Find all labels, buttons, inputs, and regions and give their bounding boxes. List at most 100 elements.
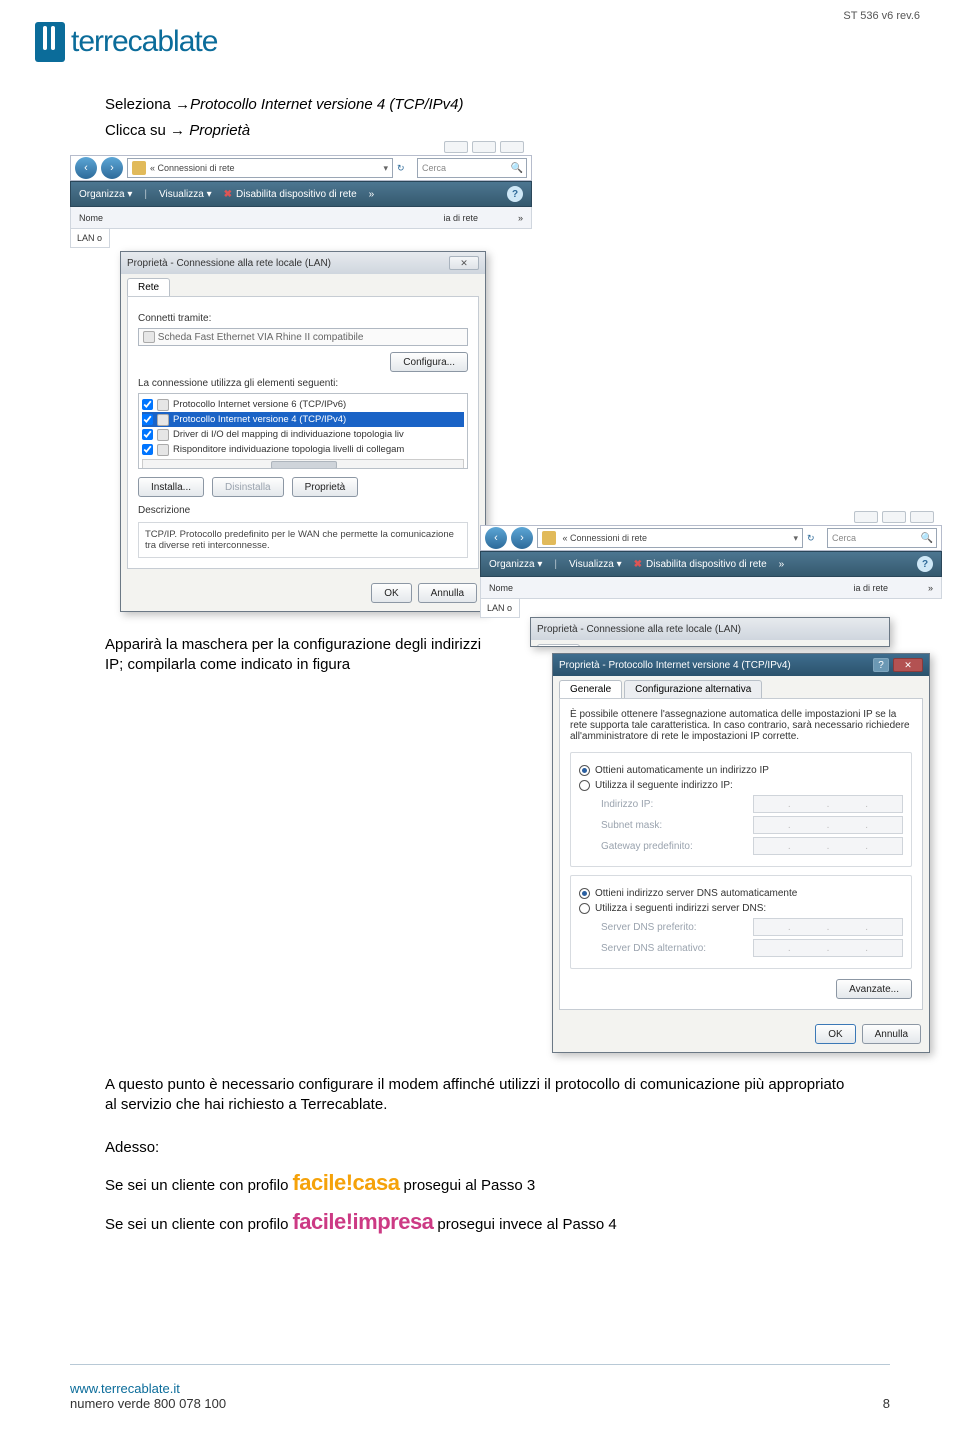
subnet-field: ...	[753, 816, 903, 834]
logo: terrecablate	[35, 22, 217, 62]
disinstalla-button: Disinstalla	[212, 477, 284, 497]
protocol-icon	[157, 429, 169, 441]
tab-rete[interactable]: Rete	[537, 644, 580, 647]
visualizza-menu[interactable]: Visualizza ▾	[159, 189, 212, 200]
doc-id: ST 536 v6 rev.6	[843, 10, 920, 22]
dns2-label: Server DNS alternativo:	[601, 943, 721, 954]
help-icon[interactable]: ?	[507, 186, 523, 202]
adapter-name: Scheda Fast Ethernet VIA Rhine II compat…	[158, 332, 364, 343]
dialog-titlebar: Proprietà - Connessione alla rete locale…	[121, 252, 485, 274]
connetti-label: Connetti tramite:	[138, 313, 468, 324]
refresh-icon[interactable]: ↻	[397, 163, 413, 174]
ok-button[interactable]: OK	[815, 1024, 855, 1044]
explorer-addressbar: ‹ › « Connessioni di rete ▾ ↻ Cerca	[70, 155, 532, 181]
list-item-label: Protocollo Internet versione 4 (TCP/IPv4…	[173, 414, 346, 425]
instr-block-3: A questo punto è necessario configurare …	[105, 1075, 855, 1237]
logo-text: terrecablate	[71, 25, 217, 59]
configura-button[interactable]: Configura...	[390, 352, 468, 372]
protocol-list[interactable]: Protocollo Internet versione 6 (TCP/IPv6…	[138, 393, 468, 469]
folder-icon	[132, 161, 146, 175]
prof1-a: Se sei un cliente con profilo	[105, 1176, 288, 1196]
dialog-titlebar: Proprietà - Protocollo Internet versione…	[553, 654, 929, 676]
instr1-d: Proprietà	[185, 122, 250, 139]
blurb-text: È possibile ottenere l'assegnazione auto…	[570, 709, 912, 742]
toolbar-more[interactable]: »	[369, 189, 375, 200]
nav-fwd-icon[interactable]: ›	[101, 157, 123, 179]
close-icon[interactable]: ✕	[449, 256, 479, 270]
tab-generale[interactable]: Generale	[559, 680, 622, 698]
dialog-title: Proprietà - Protocollo Internet versione…	[559, 660, 791, 671]
disable-device[interactable]: Disabilita dispositivo di rete	[646, 559, 767, 570]
arrow-icon: →	[175, 96, 190, 113]
protocol-icon	[157, 414, 169, 426]
refresh-icon[interactable]: ↻	[807, 533, 823, 544]
radio-manual-ip-label: Utilizza il seguente indirizzo IP:	[595, 780, 733, 791]
col-more: »	[928, 583, 933, 593]
radio-manual-dns-label: Utilizza i seguenti indirizzi server DNS…	[595, 903, 766, 914]
annulla-button[interactable]: Annulla	[418, 583, 477, 603]
column-headers: Nome ia di rete »	[70, 207, 532, 229]
radio-manual-ip[interactable]	[579, 780, 590, 791]
checkbox[interactable]	[142, 444, 153, 455]
breadcrumb[interactable]: « Connessioni di rete ▾	[537, 528, 803, 548]
visualizza-menu[interactable]: Visualizza ▾	[569, 559, 622, 570]
adesso-heading: Adesso:	[105, 1138, 855, 1158]
tab-config-alternativa[interactable]: Configurazione alternativa	[624, 680, 762, 698]
checkbox[interactable]	[142, 399, 153, 410]
column-headers: Nome ia di rete »	[480, 577, 942, 599]
footer-url: www.terrecablate.it	[70, 1381, 890, 1396]
ok-button[interactable]: OK	[371, 583, 411, 603]
arrow-icon: →	[170, 122, 185, 139]
instr1-a: Seleziona	[105, 96, 175, 113]
checkbox[interactable]	[142, 429, 153, 440]
instr1-c: Clicca su	[105, 122, 170, 139]
radio-auto-dns[interactable]	[579, 888, 590, 899]
organizza-menu[interactable]: Organizza ▾	[79, 189, 132, 200]
nav-back-icon[interactable]: ‹	[485, 527, 507, 549]
proprieta-button[interactable]: Proprietà	[292, 477, 359, 497]
tab-rete[interactable]: Rete	[127, 278, 170, 296]
help-icon[interactable]: ?	[917, 556, 933, 572]
logo-icon	[35, 22, 65, 62]
breadcrumb[interactable]: « Connessioni di rete ▾	[127, 158, 393, 178]
checkbox[interactable]	[142, 414, 153, 425]
prof2-b: prosegui invece al Passo 4	[437, 1215, 616, 1235]
col-ia-rete: ia di rete	[443, 213, 478, 223]
dialog-title: Proprietà - Connessione alla rete locale…	[127, 258, 331, 269]
org-toolbar: Organizza ▾ | Visualizza ▾ ✖Disabilita d…	[480, 551, 942, 577]
subnet-label: Subnet mask:	[601, 820, 721, 831]
nav-back-icon[interactable]: ‹	[75, 157, 97, 179]
scrollbar-horizontal[interactable]	[142, 459, 464, 469]
avanzate-button[interactable]: Avanzate...	[836, 979, 912, 999]
folder-icon	[542, 531, 556, 545]
installa-button[interactable]: Installa...	[138, 477, 204, 497]
close-icon[interactable]: ✕	[893, 658, 923, 672]
ip-address-field: ...	[753, 795, 903, 813]
disable-device[interactable]: Disabilita dispositivo di rete	[236, 189, 357, 200]
explorer-addressbar: ‹ › « Connessioni di rete ▾ ↻ Cerca	[480, 525, 942, 551]
lan-column-fragment: LAN o	[70, 229, 110, 248]
search-input[interactable]: Cerca	[417, 158, 527, 178]
organizza-menu[interactable]: Organizza ▾	[489, 559, 542, 570]
screenshot-tcpip-properties: ‹ › « Connessioni di rete ▾ ↻ Cerca Orga…	[480, 525, 942, 1035]
nav-fwd-icon[interactable]: ›	[511, 527, 533, 549]
dns1-label: Server DNS preferito:	[601, 922, 721, 933]
list-item: Risponditore individuazione topologia li…	[142, 442, 464, 457]
help-icon[interactable]: ?	[873, 658, 889, 672]
nic-icon	[143, 331, 155, 343]
list-item-selected: Protocollo Internet versione 4 (TCP/IPv4…	[142, 412, 464, 427]
lan-properties-dialog: Proprietà - Connessione alla rete locale…	[120, 251, 486, 612]
protocol-icon	[157, 399, 169, 411]
descrizione-text: TCP/IP. Protocollo predefinito per le WA…	[138, 522, 468, 558]
disable-icon: ✖	[634, 559, 642, 570]
list-item: Protocollo Internet versione 6 (TCP/IPv6…	[142, 397, 464, 412]
radio-auto-dns-label: Ottieni indirizzo server DNS automaticam…	[595, 888, 797, 899]
toolbar-more[interactable]: »	[779, 559, 785, 570]
page-footer: www.terrecablate.it numero verde 800 078…	[70, 1381, 890, 1411]
screenshot-lan-properties: ‹ › « Connessioni di rete ▾ ↻ Cerca Orga…	[70, 155, 532, 645]
radio-auto-ip[interactable]	[579, 765, 590, 776]
radio-manual-dns[interactable]	[579, 903, 590, 914]
footer-divider	[70, 1364, 890, 1365]
annulla-button[interactable]: Annulla	[862, 1024, 921, 1044]
search-input[interactable]: Cerca	[827, 528, 937, 548]
